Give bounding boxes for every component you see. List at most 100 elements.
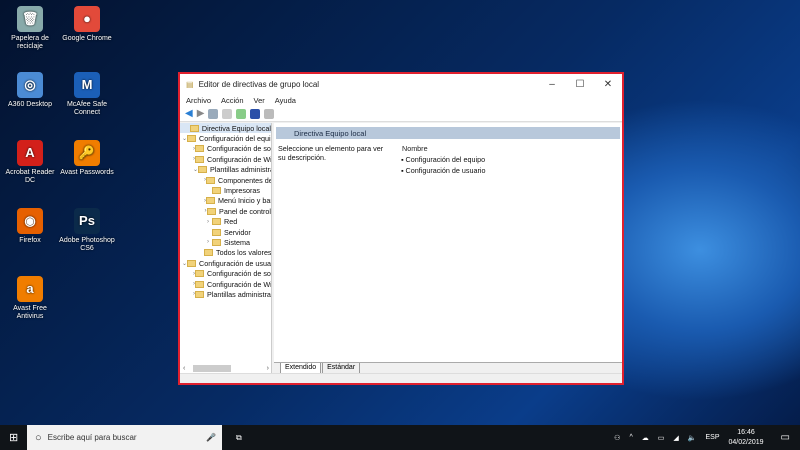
task-view-icon[interactable]: ⧉ (236, 433, 242, 443)
description-text: Seleccione un elemento para ver su descr… (278, 144, 384, 162)
tree-node[interactable]: ⌄ Configuración del equipo (180, 133, 271, 143)
tree-node[interactable]: Impresoras (180, 185, 271, 195)
desktop-icon-label: McAfee Safe Connect (66, 101, 108, 116)
tree-node-label: Red (224, 217, 238, 227)
list-item[interactable]: ▪ Configuración de usuario (401, 166, 485, 175)
tree-node[interactable]: Directiva Equipo local (180, 123, 271, 134)
tree-node-label: Configuración del equipo (199, 134, 272, 144)
maximize-button[interactable]: ☐ (566, 79, 594, 90)
menu-archivo[interactable]: Archivo (186, 96, 211, 105)
tree-node[interactable]: › Red (180, 217, 271, 227)
folder-icon (207, 207, 217, 215)
tree-node-label: Impresoras (224, 186, 260, 196)
desktop-icon-label: A360 Desktop (8, 101, 52, 108)
close-button[interactable]: ✕ (594, 79, 622, 90)
battery-icon[interactable]: ▭ (658, 434, 665, 442)
cortana-icon: ○ (35, 431, 42, 444)
minimize-button[interactable]: – (538, 79, 566, 90)
column-nombre[interactable]: Nombre (402, 144, 428, 153)
tree-node[interactable]: › Panel de control (180, 206, 271, 216)
desktop-icon[interactable]: ◎ A360 Desktop (0, 72, 60, 109)
folder-icon (195, 145, 204, 153)
desktop-icon[interactable]: 🗑 Papelera de reciclaje (0, 6, 60, 51)
show-tree-icon[interactable] (208, 108, 219, 119)
folder-icon (206, 176, 215, 184)
tree-node[interactable]: Servidor (180, 227, 271, 237)
folder-icon (212, 238, 221, 246)
microphone-icon[interactable]: 🎤 (206, 433, 216, 442)
expand-chevron-icon[interactable]: › (204, 219, 212, 225)
wifi-icon[interactable]: ◢ (673, 434, 678, 442)
folder-icon (187, 135, 197, 143)
start-icon[interactable]: ⊞ (9, 431, 18, 444)
app-icon: 🗑 (17, 6, 43, 32)
app-icon: ▤ (186, 79, 194, 89)
tree-node[interactable]: ›Configuración de software (180, 268, 271, 278)
status-bar (180, 373, 622, 383)
menu-ayuda[interactable]: Ayuda (275, 96, 296, 105)
desktop-icon[interactable]: A Acrobat Reader DC (0, 140, 60, 185)
folder-icon (212, 187, 221, 195)
volume-muted-icon[interactable]: 🔈 (688, 434, 697, 442)
menu-bar: Archivo Acción Ver Ayuda (180, 94, 622, 106)
title-bar: ▤ Editor de directivas de grupo local – … (180, 74, 622, 94)
chevron-up-icon[interactable]: ^ (629, 434, 632, 441)
tree-node-label: Sistema (224, 237, 250, 247)
onedrive-icon[interactable]: ☁ (642, 434, 649, 442)
tree-node-label: Menú Inicio y barra de tareas (218, 196, 271, 206)
desktop-icon-label: Avast Free Antivirus (13, 305, 47, 320)
folder-icon (195, 270, 204, 278)
menu-ver[interactable]: Ver (254, 96, 265, 105)
tree-node[interactable]: ›Configuración de Windows (180, 154, 271, 164)
properties-icon[interactable] (222, 108, 233, 119)
app-icon: ◎ (17, 72, 43, 98)
tree-node[interactable]: ›Menú Inicio y barra de tareas (180, 196, 271, 206)
tree-node-label: Configuración de software (207, 144, 271, 154)
desktop-icon[interactable]: M McAfee Safe Connect (57, 72, 117, 117)
menu-accion[interactable]: Acción (221, 96, 244, 105)
expand-chevron-icon[interactable]: › (204, 239, 212, 245)
folder-icon (195, 155, 204, 163)
desktop-icon[interactable]: a Avast Free Antivirus (0, 276, 60, 321)
tree-node[interactable]: › Sistema (180, 237, 271, 247)
system-tray: ⚇ ^ ☁ ▭ ◢ 🔈 ESP 16:46 04/02/2019 ▭ (614, 428, 800, 448)
tree-node-label: Todos los valores (216, 248, 272, 258)
tree-node[interactable]: ›Plantillas administrativas (180, 289, 271, 299)
app-icon: a (17, 276, 43, 302)
search-box[interactable]: ○ Escribe aquí para buscar 🎤 (27, 425, 222, 450)
taskbar: ⊞ ○ Escribe aquí para buscar 🎤 ⧉ ⚇ ^ ☁ ▭… (0, 425, 800, 450)
view-icon[interactable] (264, 108, 275, 119)
notifications-icon[interactable]: ▭ (781, 432, 790, 443)
tree-node[interactable]: ›Configuración de Windows (180, 279, 271, 289)
tree-node-label: Configuración de software (207, 269, 271, 279)
desktop-icon[interactable]: ● Google Chrome (57, 6, 117, 43)
export-icon[interactable] (236, 108, 247, 119)
tree-node-label: Panel de control (219, 206, 271, 216)
tree-node-label: Directiva Equipo local (201, 123, 271, 133)
tree-node[interactable]: Todos los valores (180, 248, 271, 258)
tree-node-label: Servidor (224, 227, 251, 237)
search-input[interactable]: Escribe aquí para buscar (48, 433, 137, 442)
language-indicator[interactable]: ESP (705, 434, 719, 441)
clock[interactable]: 16:46 04/02/2019 (729, 428, 764, 448)
desktop-icon[interactable]: 🔑 Avast Passwords (57, 140, 117, 177)
toolbar: ◀ ▶ (180, 106, 622, 122)
folder-icon (212, 228, 221, 236)
tree-node-label: Plantillas administrativas (210, 165, 271, 175)
forward-icon[interactable]: ▶ (197, 108, 205, 119)
app-icon: ◉ (17, 208, 43, 234)
tree-node[interactable]: ⌄Plantillas administrativas (180, 165, 271, 175)
folder-icon (204, 249, 213, 257)
desktop-icon[interactable]: ◉ Firefox (0, 208, 60, 245)
tree-node[interactable]: ›Componentes de Windows (180, 175, 271, 185)
folder-icon (212, 218, 221, 226)
help-icon[interactable] (250, 108, 261, 119)
tree-node[interactable]: ⌄ Configuración de usuario (180, 258, 271, 268)
people-icon[interactable]: ⚇ (614, 434, 620, 442)
back-icon[interactable]: ◀ (185, 108, 193, 119)
desktop-icon[interactable]: Ps Adobe Photoshop CS6 (57, 208, 117, 253)
list-item[interactable]: ▪ Configuración del equipo (401, 155, 485, 164)
tree-node-label: Configuración de usuario (199, 258, 272, 268)
tree-node[interactable]: ›Configuración de software (180, 144, 271, 154)
tree-node-label: Componentes de Windows (218, 175, 272, 185)
